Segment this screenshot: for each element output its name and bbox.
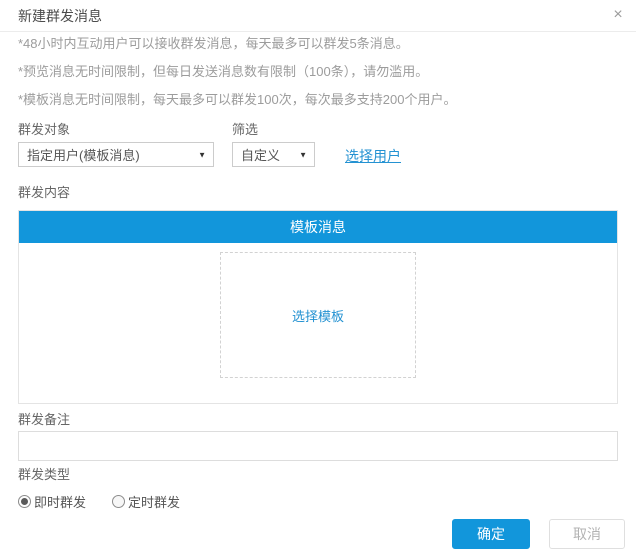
type-label: 群发类型 [18, 466, 70, 484]
notice-line: *预览消息无时间限制，但每日发送消息数有限制（100条），请勿滥用。 [18, 62, 618, 81]
cancel-button[interactable]: 取消 [549, 519, 625, 549]
notice-line: *模板消息无时间限制，每天最多可以群发100次，每次最多支持200个用户。 [18, 90, 618, 109]
chevron-down-icon: ▼ [198, 150, 206, 159]
content-panel: 模板消息 选择模板 [18, 210, 618, 404]
filter-select[interactable]: 自定义 ▼ [232, 142, 315, 167]
target-select-value: 指定用户(模板消息) [27, 145, 140, 164]
select-template-link[interactable]: 选择模板 [292, 306, 344, 325]
select-users-link[interactable]: 选择用户 [345, 146, 401, 166]
notice-line: *48小时内互动用户可以接收群发消息，每天最多可以群发5条消息。 [18, 34, 618, 53]
template-message-header: 模板消息 [19, 211, 617, 243]
template-placeholder-box[interactable]: 选择模板 [220, 252, 416, 378]
chevron-down-icon: ▼ [299, 150, 307, 159]
send-type-radio-group: 即时群发 定时群发 [18, 492, 180, 511]
target-label: 群发对象 [18, 121, 70, 139]
filter-select-value: 自定义 [241, 145, 280, 164]
remark-field-wrap [18, 431, 618, 461]
filter-label: 筛选 [232, 121, 258, 139]
remark-label: 群发备注 [18, 411, 70, 429]
template-content-area: 选择模板 [19, 252, 617, 412]
dialog-header: 新建群发消息 × [0, 0, 636, 32]
radio-scheduled-label: 定时群发 [128, 492, 180, 511]
remark-input[interactable] [18, 431, 618, 461]
new-mass-message-dialog: 新建群发消息 × *48小时内互动用户可以接收群发消息，每天最多可以群发5条消息… [0, 0, 636, 553]
content-label: 群发内容 [18, 184, 70, 202]
radio-instant-send[interactable]: 即时群发 [18, 492, 86, 511]
radio-instant-label: 即时群发 [34, 492, 86, 511]
radio-scheduled-send[interactable]: 定时群发 [112, 492, 180, 511]
radio-icon [112, 495, 125, 508]
dialog-title: 新建群发消息 [18, 0, 102, 32]
radio-icon [18, 495, 31, 508]
notice-list: *48小时内互动用户可以接收群发消息，每天最多可以群发5条消息。 *预览消息无时… [18, 34, 618, 118]
target-select[interactable]: 指定用户(模板消息) ▼ [18, 142, 214, 167]
close-icon[interactable]: × [608, 5, 628, 25]
confirm-button[interactable]: 确定 [452, 519, 530, 549]
footer-actions: 确定 取消 [452, 519, 625, 549]
